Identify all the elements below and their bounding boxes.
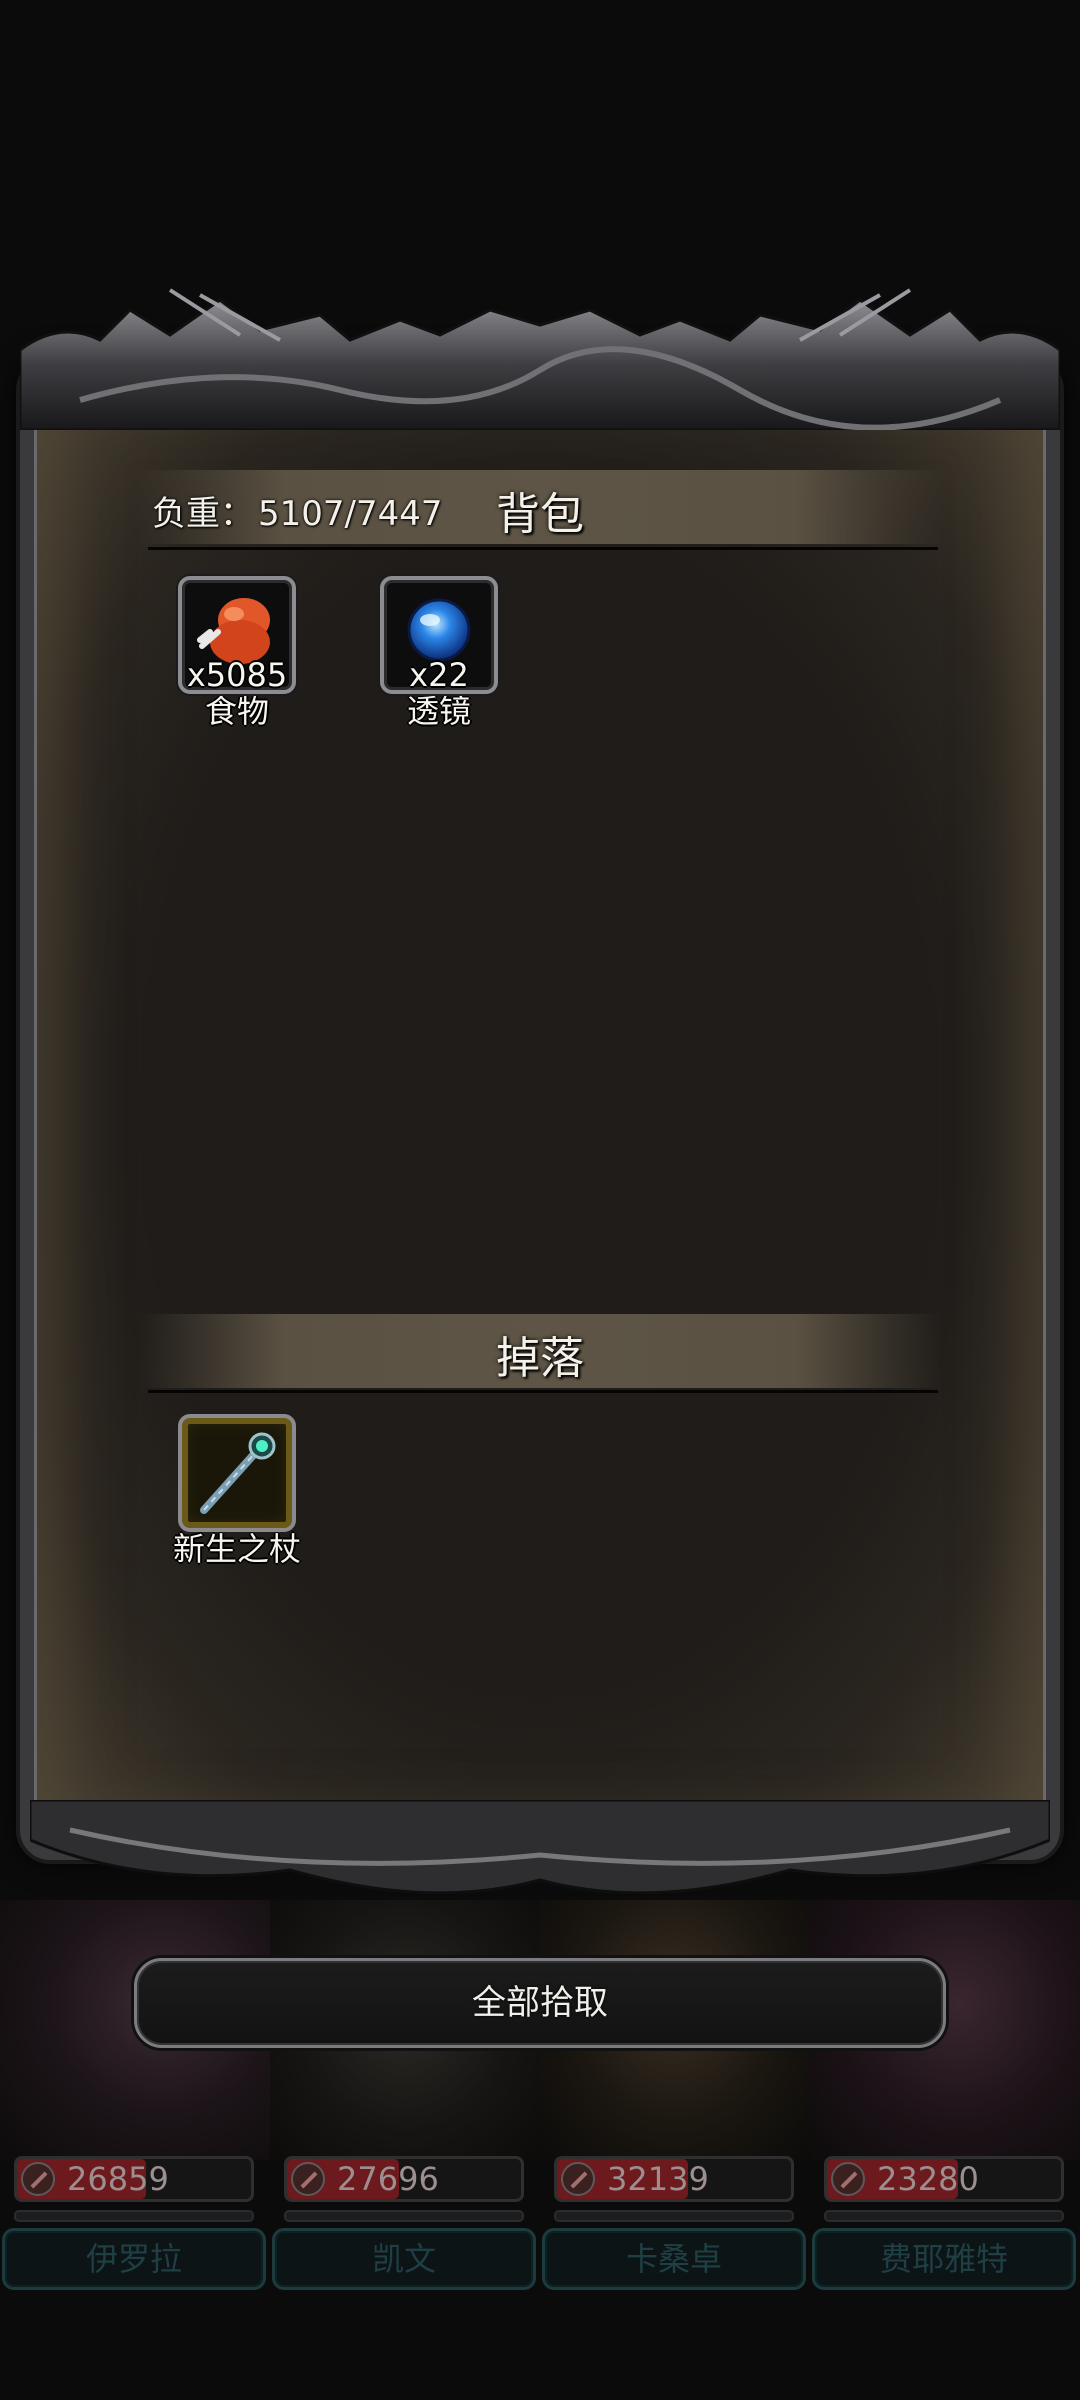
item-quantity: x22 <box>409 656 469 694</box>
sword-icon <box>561 2162 595 2196</box>
hero-name-button[interactable]: 卡桑卓 <box>542 2228 806 2290</box>
item-slot[interactable] <box>178 1414 296 1532</box>
sword-icon <box>291 2162 325 2196</box>
bag-item-food[interactable]: x5085 食物 <box>172 576 302 732</box>
energy-bar <box>824 2210 1064 2222</box>
staff-icon <box>200 1432 276 1514</box>
hp-value: 32139 <box>607 2160 709 2198</box>
bag-header-divider <box>148 547 938 550</box>
bag-title: 背包 <box>496 489 584 540</box>
bag-item-lens[interactable]: x22 透镜 <box>374 576 504 732</box>
energy-bar <box>554 2210 794 2222</box>
hp-bar: 23280 <box>824 2156 1064 2202</box>
hero-name-button[interactable]: 伊罗拉 <box>2 2228 266 2290</box>
energy-bar <box>284 2210 524 2222</box>
drop-item-staff[interactable]: 新生之杖 <box>172 1414 302 1570</box>
dragon-crown-ornament <box>20 280 1060 430</box>
hp-value: 26859 <box>67 2160 169 2198</box>
item-slot[interactable]: x5085 <box>178 576 296 694</box>
energy-bar <box>14 2210 254 2222</box>
hp-value: 27696 <box>337 2160 439 2198</box>
hero-name-button[interactable]: 费耶雅特 <box>812 2228 1076 2290</box>
hp-bar: 27696 <box>284 2156 524 2202</box>
hp-bar: 26859 <box>14 2156 254 2202</box>
hp-bar: 32139 <box>554 2156 794 2202</box>
drops-title: 掉落 <box>496 1333 584 1384</box>
item-slot[interactable]: x22 <box>380 576 498 694</box>
hero-name-button[interactable]: 凯文 <box>272 2228 536 2290</box>
hp-value: 23280 <box>877 2160 979 2198</box>
sword-icon <box>21 2162 55 2196</box>
item-quantity: x5085 <box>186 656 288 694</box>
dragon-base-ornament <box>30 1800 1050 1910</box>
drops-header-divider <box>148 1390 938 1393</box>
pickup-all-button[interactable]: 全部拾取 <box>134 1958 946 2048</box>
sword-icon <box>831 2162 865 2196</box>
